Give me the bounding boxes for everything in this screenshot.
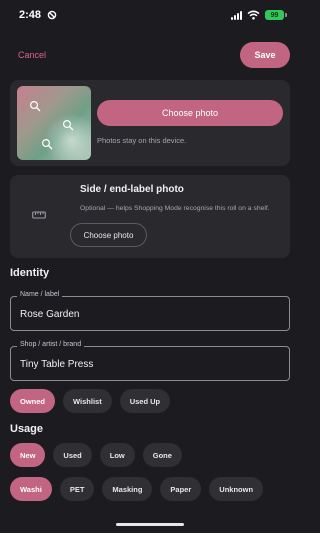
chip-used[interactable]: Used (53, 443, 92, 467)
identity-heading: Identity (10, 267, 50, 279)
magnifier-icon (29, 100, 41, 112)
name-field[interactable]: Name / label (10, 291, 290, 331)
photo-thumbnail[interactable] (17, 86, 91, 160)
home-indicator[interactable] (116, 523, 184, 526)
top-bar: Cancel Save (0, 42, 300, 68)
ownership-chips: Owned Wishlist Used Up (10, 389, 171, 413)
cancel-button[interactable]: Cancel (18, 50, 46, 60)
usage-heading: Usage (10, 423, 44, 435)
photo-privacy-note: Photos stay on this device. (97, 136, 187, 145)
wifi-icon (247, 10, 260, 20)
side-photo-title: Side / end-label photo (80, 184, 184, 195)
ruler-icon (32, 211, 46, 219)
shop-field[interactable]: Shop / artist / brand (10, 341, 290, 381)
choose-side-photo-button[interactable]: Choose photo (70, 223, 147, 247)
name-input[interactable] (20, 306, 280, 322)
battery-level: 99 (270, 11, 279, 19)
name-field-label: Name / label (17, 291, 63, 298)
chip-paper[interactable]: Paper (160, 477, 202, 501)
chip-masking[interactable]: Masking (102, 477, 153, 501)
chip-gone[interactable]: Gone (142, 443, 182, 467)
do-not-disturb-icon (47, 10, 57, 20)
save-button[interactable]: Save (240, 42, 290, 68)
photo-card: Choose photo Photos stay on this device. (10, 80, 290, 166)
status-time: 2:48 (19, 9, 42, 21)
chip-new[interactable]: New (10, 443, 46, 467)
side-photo-hint: Optional — helps Shopping Mode recognise… (80, 205, 270, 212)
shop-field-label: Shop / artist / brand (17, 341, 85, 348)
status-right: 99 (231, 10, 287, 20)
chip-used-up[interactable]: Used Up (119, 389, 171, 413)
status-left: 2:48 (19, 9, 57, 21)
tape-type-chips: Washi PET Masking Paper Unknown (10, 477, 264, 501)
signal-icon (231, 10, 242, 20)
choose-photo-button[interactable]: Choose photo (97, 100, 283, 126)
chip-washi[interactable]: Washi (10, 477, 52, 501)
usage-state-chips: New Used Low Gone (10, 443, 182, 467)
chip-owned[interactable]: Owned (10, 389, 56, 413)
chip-pet[interactable]: PET (59, 477, 95, 501)
battery-icon: 99 (265, 10, 287, 20)
shop-input[interactable] (20, 356, 280, 372)
magnifier-icon (62, 119, 74, 131)
chip-low[interactable]: Low (99, 443, 135, 467)
chip-unknown[interactable]: Unknown (209, 477, 264, 501)
chip-wishlist[interactable]: Wishlist (63, 389, 112, 413)
status-bar: 2:48 99 (0, 0, 300, 30)
side-photo-card: Side / end-label photo Optional — helps … (10, 175, 290, 258)
magnifier-icon (41, 138, 53, 150)
